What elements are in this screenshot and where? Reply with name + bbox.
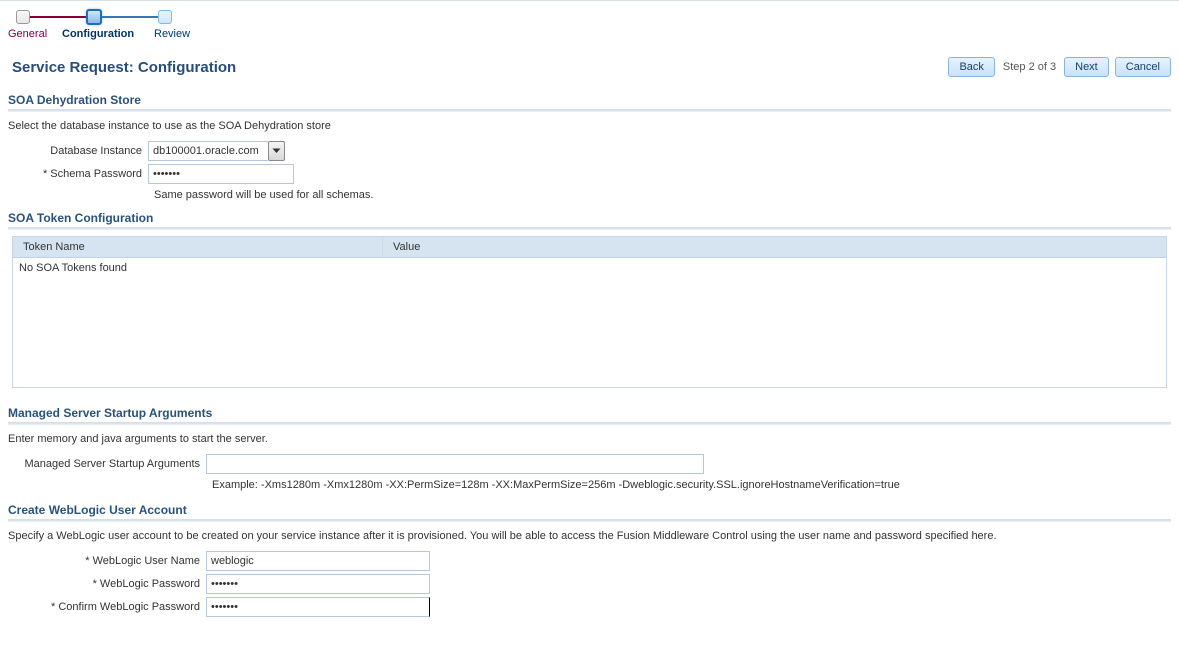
- database-instance-select[interactable]: [148, 141, 285, 161]
- column-token-name[interactable]: Token Name: [13, 237, 383, 257]
- section-title: Create WebLogic User Account: [8, 503, 1171, 519]
- section-divider: [8, 227, 1171, 230]
- required-marker: *: [43, 168, 47, 180]
- weblogic-user-field[interactable]: [206, 551, 430, 571]
- schema-password-label-text: Schema Password: [50, 168, 142, 180]
- train-step-review-link[interactable]: Review: [154, 27, 204, 41]
- soa-dehydration-desc: Select the database instance to use as t…: [8, 118, 1171, 138]
- soa-token-table-body: No SOA Tokens found: [13, 258, 1166, 278]
- train-connector: [102, 16, 158, 18]
- weblogic-desc: Specify a WebLogic user account to be cr…: [8, 528, 1171, 548]
- managed-server-desc: Enter memory and java arguments to start…: [8, 431, 1171, 451]
- train-step-configuration-link[interactable]: Configuration: [62, 27, 154, 41]
- wizard-button-bar: Back Step 2 of 3 Next Cancel: [948, 57, 1171, 77]
- train-step-review-box[interactable]: [158, 10, 172, 24]
- required-marker: *: [93, 578, 97, 590]
- weblogic-password-label: * WebLogic Password: [8, 578, 206, 590]
- train-step-general-box[interactable]: [16, 10, 30, 24]
- managed-server-args-label: Managed Server Startup Arguments: [8, 458, 206, 470]
- train-step-configuration-box[interactable]: [86, 9, 102, 25]
- weblogic-user-label: * WebLogic User Name: [8, 555, 206, 567]
- soa-dehydration-section: SOA Dehydration Store Select the databas…: [0, 87, 1179, 205]
- section-divider: [8, 519, 1171, 522]
- required-marker: *: [85, 555, 89, 567]
- train-step-general-link[interactable]: General: [8, 27, 62, 41]
- required-marker: *: [51, 601, 55, 613]
- back-button[interactable]: Back: [948, 57, 994, 77]
- weblogic-user-label-text: WebLogic User Name: [93, 555, 200, 567]
- weblogic-user-section: Create WebLogic User Account Specify a W…: [0, 495, 1179, 624]
- section-divider: [8, 422, 1171, 425]
- wizard-train-labels: General Configuration Review: [8, 27, 1171, 41]
- schema-password-field[interactable]: [148, 164, 294, 184]
- train-connector: [30, 16, 86, 18]
- soa-token-table-header: Token Name Value: [13, 237, 1166, 258]
- section-title: Managed Server Startup Arguments: [8, 406, 1171, 422]
- section-divider: [8, 109, 1171, 112]
- database-instance-label: Database Instance: [8, 145, 148, 157]
- dropdown-icon[interactable]: [268, 141, 285, 161]
- section-title: SOA Dehydration Store: [8, 93, 1171, 109]
- wizard-train: General Configuration Review: [0, 1, 1179, 43]
- confirm-weblogic-password-field[interactable]: [206, 597, 430, 617]
- soa-token-table: Token Name Value No SOA Tokens found: [12, 236, 1167, 388]
- page-title: Service Request: Configuration: [12, 59, 236, 76]
- weblogic-password-label-text: WebLogic Password: [100, 578, 200, 590]
- managed-server-example: Example: -Xms1280m -Xmx1280m -XX:PermSiz…: [8, 477, 1171, 491]
- section-title: SOA Token Configuration: [8, 211, 1171, 227]
- column-value[interactable]: Value: [383, 237, 1166, 257]
- wizard-train-steps: [8, 9, 1171, 25]
- schema-password-label: * Schema Password: [8, 168, 148, 180]
- managed-server-section: Managed Server Startup Arguments Enter m…: [0, 392, 1179, 495]
- weblogic-password-field[interactable]: [206, 574, 430, 594]
- soa-token-section: SOA Token Configuration Token Name Value…: [0, 205, 1179, 392]
- database-instance-value[interactable]: [148, 141, 268, 161]
- cancel-button[interactable]: Cancel: [1115, 57, 1171, 77]
- schema-password-hint: Same password will be used for all schem…: [8, 187, 1171, 201]
- managed-server-args-field[interactable]: [206, 454, 704, 474]
- confirm-weblogic-password-label: * Confirm WebLogic Password: [8, 601, 206, 613]
- next-button[interactable]: Next: [1064, 57, 1109, 77]
- step-indicator: Step 2 of 3: [1001, 61, 1058, 73]
- confirm-weblogic-password-label-text: Confirm WebLogic Password: [58, 601, 200, 613]
- soa-token-empty-text: No SOA Tokens found: [19, 262, 1160, 274]
